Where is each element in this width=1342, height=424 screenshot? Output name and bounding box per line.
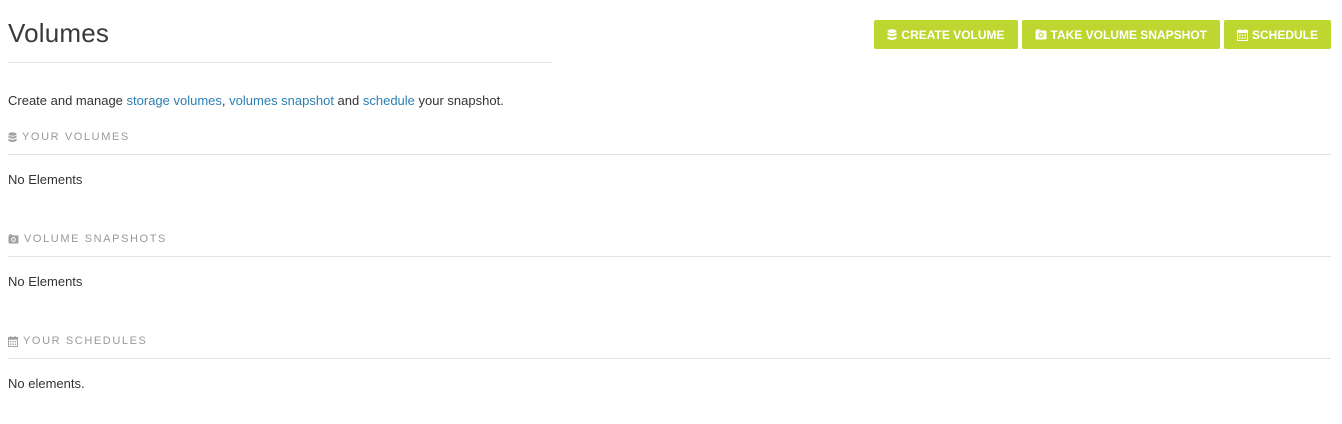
page-title: Volumes [8,18,110,48]
volume-snapshots-divider [8,256,1331,257]
toolbar: CREATE VOLUME TAKE VOLUME SNAPSHOT SCHED… [874,20,1331,49]
intro-separator-2: and [333,93,363,108]
take-volume-snapshot-button[interactable]: TAKE VOLUME SNAPSHOT [1021,20,1220,49]
your-schedules-heading-label: YOUR SCHEDULES [23,335,148,347]
schedule-label: SCHEDULE [1251,27,1318,42]
schedule-link[interactable]: schedule [363,93,415,108]
your-volumes-heading-label: YOUR VOLUMES [22,131,130,143]
intro-suffix: your snapshot. [414,93,504,108]
database-icon [8,131,17,143]
camera-icon [1035,29,1047,40]
your-volumes-heading: YOUR VOLUMES [8,131,130,143]
your-schedules-divider [8,358,1331,359]
intro-prefix: Create and manage [8,93,127,108]
title-divider [8,62,552,63]
volume-snapshots-empty-text: No Elements [8,274,83,289]
intro-text: Create and manage storage volumes, volum… [8,93,504,108]
database-icon [887,28,897,41]
volume-snapshots-heading: VOLUME SNAPSHOTS [8,233,167,245]
camera-icon [8,234,19,244]
your-volumes-divider [8,154,1331,155]
your-volumes-empty-text: No Elements [8,172,83,187]
volumes-page: Volumes CREATE VOLUME TAKE VOLUME SNAPSH… [0,0,1342,424]
calendar-icon [1236,28,1248,41]
create-volume-button[interactable]: CREATE VOLUME [874,20,1018,49]
volumes-snapshot-link[interactable]: volumes snapshot [229,93,334,108]
create-volume-label: CREATE VOLUME [901,27,1005,42]
take-volume-snapshot-label: TAKE VOLUME SNAPSHOT [1050,27,1207,42]
your-schedules-empty-text: No elements. [8,376,85,391]
calendar-icon [8,335,18,347]
your-schedules-heading: YOUR SCHEDULES [8,335,147,347]
schedule-button[interactable]: SCHEDULE [1223,20,1331,49]
storage-volumes-link[interactable]: storage volumes [127,93,222,108]
volume-snapshots-heading-label: VOLUME SNAPSHOTS [24,233,167,245]
